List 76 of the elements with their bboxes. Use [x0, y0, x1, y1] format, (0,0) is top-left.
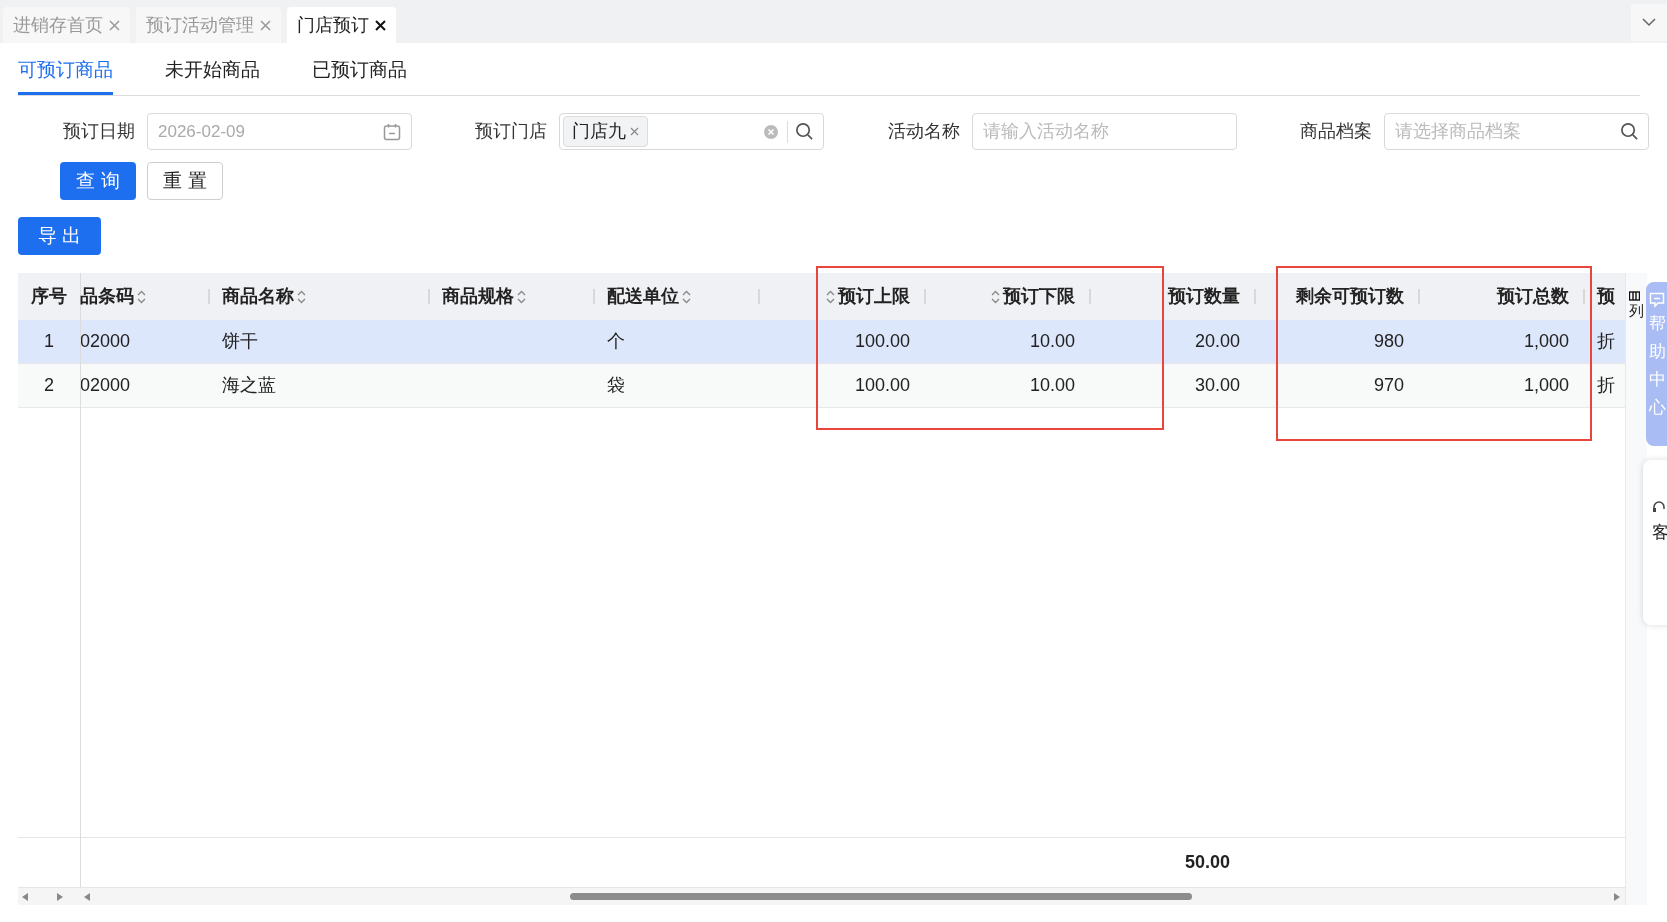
table-cell-text: 02000: [80, 330, 131, 353]
table-cell-text: 1,000: [1523, 330, 1569, 353]
table-cell-text: 海之蓝: [222, 374, 276, 397]
message-icon: [1649, 292, 1665, 308]
column-header[interactable]: 预订数量: [1168, 283, 1240, 310]
column-settings-label[interactable]: 列: [1629, 301, 1644, 321]
table-row[interactable]: 2 02000 海之蓝 袋 100.00 10.00 30.00 970 1,000 折: [18, 364, 1625, 408]
field-label: 预订门店: [474, 120, 548, 143]
sort-icon[interactable]: [826, 289, 835, 304]
sub-tab[interactable]: 可预订商品: [18, 55, 113, 95]
column-header[interactable]: 品条码: [80, 283, 146, 310]
column-header[interactable]: 序号: [31, 283, 67, 310]
table-cell-text: 折: [1597, 330, 1615, 353]
total-value: 50.00: [1184, 851, 1230, 874]
headset-icon: [1652, 500, 1666, 514]
scroll-right-icon[interactable]: [56, 892, 63, 901]
product-input[interactable]: 请选择商品档案: [1383, 113, 1649, 150]
table-cell-text: 970: [1373, 374, 1404, 397]
store-select[interactable]: 门店九: [559, 113, 825, 150]
tab-label: 进销存首页: [13, 13, 103, 37]
table-cell-text: 折: [1597, 374, 1615, 397]
search-icon[interactable]: [795, 122, 815, 141]
column-header[interactable]: 商品名称: [222, 283, 306, 310]
sort-icon[interactable]: [517, 289, 526, 304]
table-cell-text: 02000: [80, 374, 131, 397]
field-label: 商品档案: [1298, 120, 1372, 143]
column-header[interactable]: 剩余可预订数: [1296, 283, 1404, 310]
tab-label: 预订活动管理: [146, 13, 254, 37]
chevron-down-icon: [1642, 18, 1656, 27]
query-button[interactable]: 查 询: [60, 162, 136, 200]
sort-icon[interactable]: [991, 289, 1000, 304]
column-header[interactable]: 预订总数: [1497, 283, 1569, 310]
table-cell-text: 10.00: [1029, 374, 1075, 397]
sort-icon[interactable]: [137, 289, 146, 304]
column-header[interactable]: 预订上限: [826, 283, 910, 310]
store-tag[interactable]: 门店九: [563, 116, 649, 147]
table-row[interactable]: 1 02000 饼干 个 100.00 10.00 20.00 980 1,000 折: [18, 320, 1625, 364]
column-header[interactable]: 配送单位: [607, 283, 691, 310]
table-cell-text: 袋: [607, 374, 625, 397]
table-cell-text: 1,000: [1523, 374, 1569, 397]
activity-name-input[interactable]: 请输入活动名称: [971, 113, 1237, 150]
page-tab[interactable]: 门店预订: [287, 7, 396, 43]
sort-icon[interactable]: [297, 289, 306, 304]
columns-icon[interactable]: [1629, 291, 1640, 301]
sub-tab[interactable]: 已预订商品: [312, 55, 407, 95]
scrollbar-thumb[interactable]: [570, 893, 1192, 900]
table-cell-text: 2: [44, 374, 54, 397]
table-cell-text: 20.00: [1194, 330, 1240, 353]
calendar-icon[interactable]: [383, 122, 401, 141]
horizontal-scrollbar[interactable]: [18, 887, 1625, 905]
clear-icon[interactable]: [763, 123, 780, 140]
table-cell-text: 100.00: [854, 374, 910, 397]
scroll-left-icon[interactable]: [22, 892, 29, 901]
field-label: 活动名称: [886, 120, 960, 143]
field-label: 预订日期: [62, 120, 135, 143]
close-icon[interactable]: [375, 19, 386, 31]
sub-tab[interactable]: 未开始商品: [165, 55, 260, 95]
table-cell-text: 个: [607, 330, 625, 353]
export-button[interactable]: 导 出: [18, 217, 101, 255]
column-header[interactable]: 预订下限: [991, 283, 1075, 310]
tab-menu-button[interactable]: [1631, 4, 1667, 41]
sort-icon[interactable]: [682, 289, 691, 304]
column-header[interactable]: 预: [1597, 283, 1615, 310]
table-cell-text: 饼干: [222, 330, 258, 353]
tab-label: 门店预订: [297, 13, 369, 37]
table-cell-text: 1: [44, 330, 54, 353]
table-cell-text: 10.00: [1029, 330, 1075, 353]
reset-button[interactable]: 重 置: [147, 162, 223, 200]
search-icon[interactable]: [1619, 122, 1639, 141]
scroll-left-icon[interactable]: [84, 892, 91, 901]
date-value: 2026-02-09: [158, 120, 246, 143]
column-header[interactable]: 商品规格: [442, 283, 526, 310]
table-cell-text: 980: [1373, 330, 1404, 353]
table-cell-text: 100.00: [854, 330, 910, 353]
table-cell-text: 30.00: [1194, 374, 1240, 397]
scroll-right-icon[interactable]: [1613, 892, 1620, 901]
